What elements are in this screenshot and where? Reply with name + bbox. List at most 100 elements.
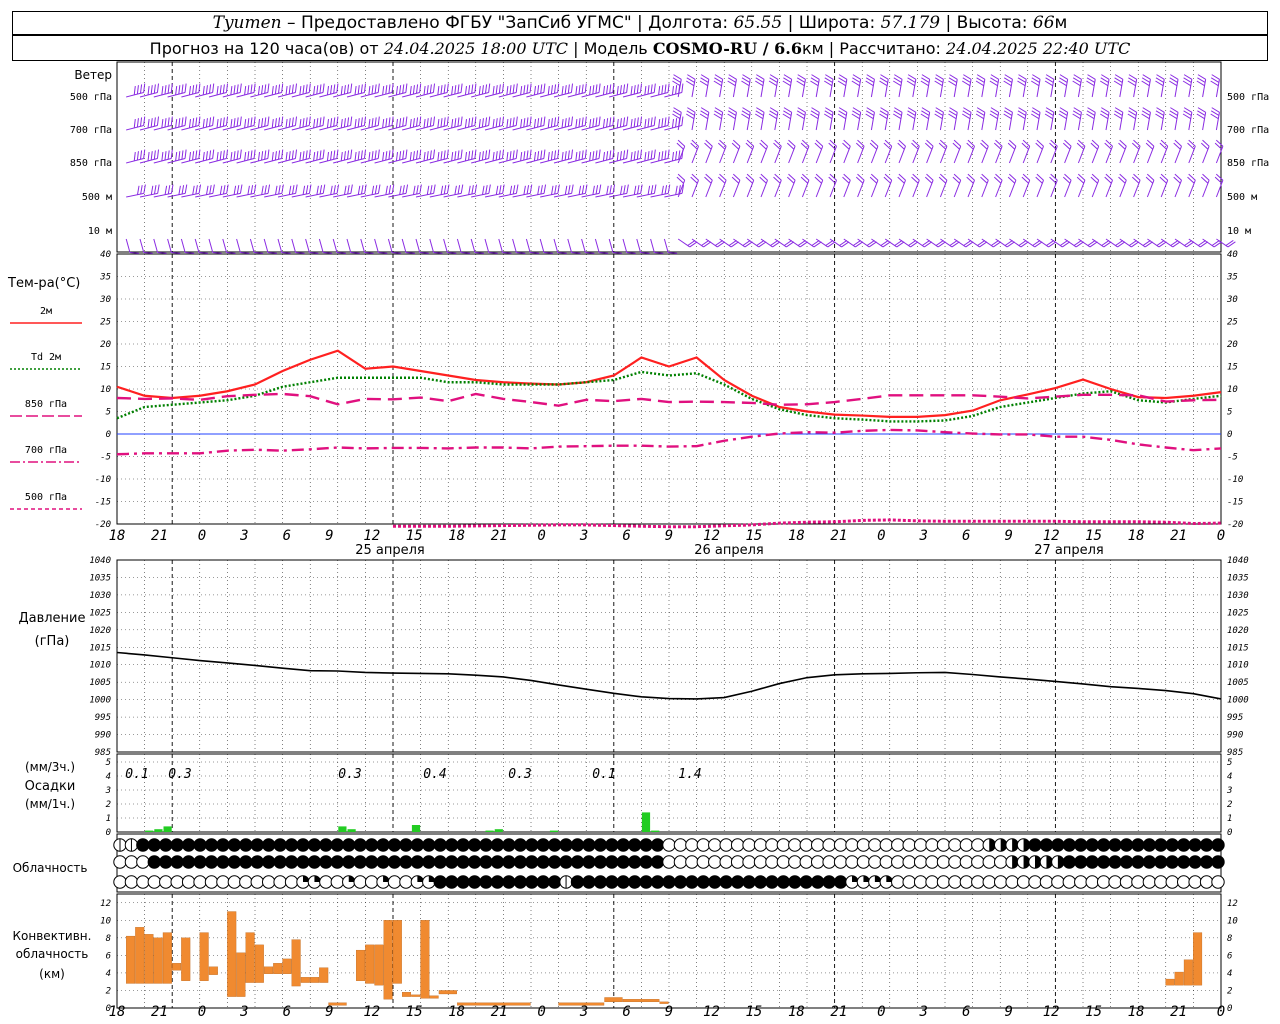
cloud-symbol <box>1119 875 1134 889</box>
wind-barb-feather <box>1227 241 1236 248</box>
wind-barb-feather <box>347 117 350 127</box>
wind-barb <box>1008 146 1017 164</box>
wind-barb-feather <box>291 84 294 94</box>
wind-barb-feather <box>264 150 267 160</box>
wind-barb-feather <box>664 117 667 127</box>
time-tick-label: 3 <box>579 528 588 544</box>
wind-barb-feather <box>374 84 377 94</box>
cloud-symbol <box>319 838 333 852</box>
wind-barb-feather <box>647 185 651 195</box>
wind-barb-feather <box>454 118 457 128</box>
wind-barb-feather <box>644 151 647 162</box>
wind-barb-feather <box>550 151 553 161</box>
wind-barb <box>691 180 699 198</box>
wind-barb-feather <box>382 151 385 162</box>
cloud-symbol <box>913 838 928 852</box>
wind-barb <box>1146 180 1155 198</box>
wind-barb-feather <box>1101 239 1110 246</box>
cloud-symbol <box>1154 838 1168 852</box>
wind-barb-feather <box>350 149 353 159</box>
wind-barb-feather <box>167 117 170 127</box>
wind-barb-feather <box>578 151 581 161</box>
wind-barb-feather <box>432 149 436 159</box>
cloud-symbol <box>948 838 962 852</box>
wind-barb-feather <box>557 184 560 194</box>
wind-barb-feather <box>205 85 208 95</box>
time-tick-label: 15 <box>745 528 762 544</box>
cloud-symbol <box>216 855 230 869</box>
cloud-symbol <box>330 875 345 889</box>
wind-barb-feather <box>181 185 185 195</box>
wind-barb-feather <box>910 241 919 248</box>
wind-barb-feather <box>578 185 582 195</box>
wind-barb-feather <box>288 151 291 161</box>
time-tick-label: 0 <box>1217 528 1225 544</box>
wind-barb-feather <box>295 251 305 254</box>
wind-barb-feather <box>167 84 170 94</box>
wind-barb-feather <box>866 239 875 246</box>
wind-barb-feather <box>271 151 274 162</box>
wind-barb-feather <box>264 185 267 195</box>
wind-barb-feather <box>340 118 343 129</box>
time-tick-label: 9 <box>665 528 673 544</box>
wind-barb <box>691 146 699 164</box>
wind-barb-feather <box>230 151 233 162</box>
cloud-symbol <box>1176 855 1191 869</box>
wind-barb <box>567 238 573 253</box>
wind-barb-feather <box>175 118 178 129</box>
cloud-symbol <box>1062 838 1077 852</box>
cloud-symbol <box>239 875 253 889</box>
wind-barb-feather <box>354 151 357 162</box>
time-tick-label: 9 <box>325 1004 333 1020</box>
precip-total-3h: 0.1 <box>125 767 148 782</box>
cloud-symbol <box>971 855 985 869</box>
wind-barb-feather <box>797 239 806 246</box>
wind-barb-feather <box>501 116 505 126</box>
cloud-symbol <box>696 875 711 889</box>
wind-barb-feather <box>880 239 889 246</box>
wind-barb-feather <box>658 118 661 129</box>
wind-barb-feather <box>233 85 236 95</box>
wind-barb-feather <box>405 149 408 159</box>
wind-barb-feather <box>399 185 402 195</box>
wind-barb-feather <box>175 151 178 162</box>
temp-ytick-right: -5 <box>1227 453 1238 463</box>
time-tick-label: 21 <box>151 528 168 544</box>
time-tick-label: 21 <box>830 1004 847 1020</box>
wind-barb-feather <box>1197 239 1206 246</box>
wind-barb <box>650 238 655 253</box>
wind-barb-feather <box>409 85 412 96</box>
wind-barb-feather <box>236 150 239 160</box>
wind-barb-feather <box>626 184 629 194</box>
wind-barb <box>277 238 283 253</box>
wind-barb-feather <box>547 151 550 162</box>
wind-barb-feather <box>371 185 375 195</box>
cloud-symbol <box>479 875 493 889</box>
wind-barb-feather <box>433 184 436 194</box>
conv-cloud-bar <box>153 937 163 984</box>
wind-barb-feather <box>671 151 675 162</box>
wind-barb-feather <box>595 84 598 94</box>
wind-barb-feather <box>644 118 647 129</box>
wind-barb-feather <box>267 83 270 93</box>
wind-barb-feather <box>308 83 311 93</box>
wind-barb-feather <box>612 116 615 126</box>
wind-barb <box>967 180 975 198</box>
cloud-symbol <box>788 855 802 869</box>
wind-barb-feather <box>515 116 518 126</box>
wind-barb-feather <box>209 185 212 195</box>
time-tick-label: 21 <box>1170 528 1187 544</box>
cloud-symbol <box>1154 875 1168 889</box>
wind-barb-feather <box>140 185 143 195</box>
wind-barb-feather <box>512 150 515 160</box>
wind-barb-feather <box>226 251 236 254</box>
wind-barb-feather <box>212 149 215 159</box>
wind-barb-feather <box>225 83 229 93</box>
cloud-symbol <box>284 855 299 869</box>
wind-barb-feather <box>626 83 629 93</box>
wind-barb-feather <box>399 151 402 161</box>
wind-barb-feather <box>446 149 449 159</box>
cloud-symbol <box>536 855 550 869</box>
wind-barb-feather <box>333 84 336 94</box>
wind-barb-feather <box>188 151 192 162</box>
